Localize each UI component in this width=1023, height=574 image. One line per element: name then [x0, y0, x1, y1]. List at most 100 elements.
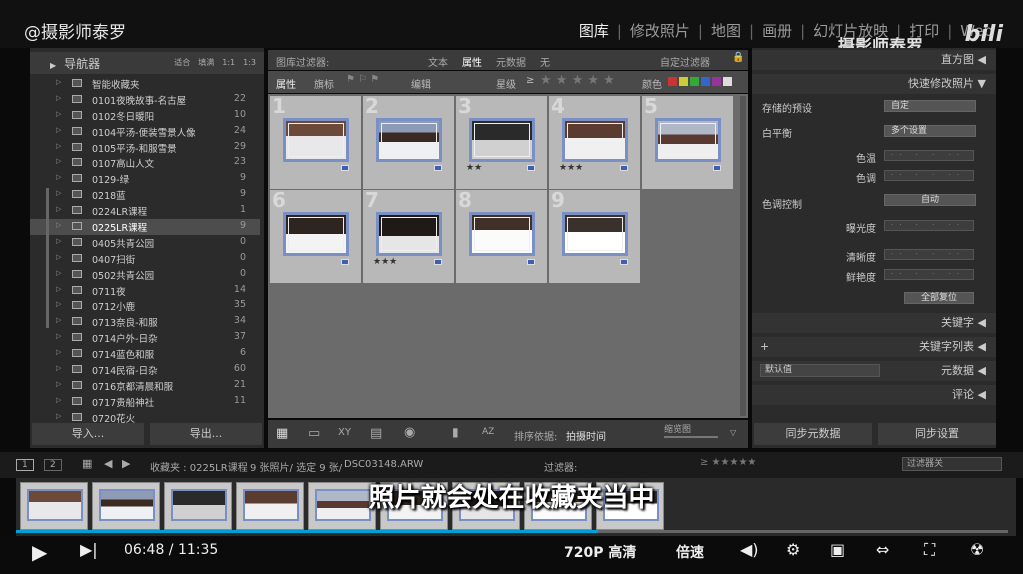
temp-stepper[interactable]: ·· · · ··	[884, 150, 974, 161]
filter-tab-2[interactable]: 元数据	[496, 58, 526, 69]
green-swatch[interactable]	[690, 77, 699, 86]
collection-row[interactable]: ▷ 0107高山人文 23	[30, 155, 260, 171]
navigator-zoom-1[interactable]: 填满	[198, 58, 214, 67]
navigator-zoom-0[interactable]: 适合	[174, 58, 190, 67]
photo-thumbnail[interactable]	[468, 212, 535, 256]
collection-row[interactable]: ▷ 0714民宿-日杂 60	[30, 362, 260, 378]
module-tab-3[interactable]: 画册	[762, 22, 792, 40]
exposure-stepper[interactable]: ·· · · ··	[884, 220, 974, 231]
loupe-view-icon[interactable]: ▭	[308, 426, 320, 441]
expand-triangle-icon[interactable]: ▷	[56, 316, 61, 324]
flag-icons[interactable]: ⚑ ⚐ ⚑	[346, 74, 379, 85]
collection-row[interactable]: ▷ 0711夜 14	[30, 283, 260, 299]
collection-row[interactable]: ▷ 0225LR课程 9	[30, 219, 260, 235]
sync-metadata-button[interactable]: 同步元数据	[754, 423, 872, 445]
collection-row[interactable]: ▷ 智能收藏夹	[30, 76, 260, 92]
auto-tone-button[interactable]: 自动	[884, 194, 976, 206]
expand-triangle-icon[interactable]: ▷	[56, 269, 61, 277]
expand-triangle-icon[interactable]: ▷	[56, 142, 61, 150]
grid-view-icon[interactable]: ▦	[276, 426, 288, 441]
collection-row[interactable]: ▷ 0224LR课程 1	[30, 203, 260, 219]
collection-row[interactable]: ▷ 0712小鹿 35	[30, 298, 260, 314]
chevron-down-icon[interactable]: ▽	[730, 428, 736, 437]
comments-header[interactable]: 评论 ◀	[752, 385, 996, 405]
video-progress-bar[interactable]	[16, 530, 1008, 533]
navigator-zoom-3[interactable]: 1:3	[243, 58, 256, 67]
photo-thumbnail[interactable]	[561, 212, 628, 256]
page-2-button[interactable]: 2	[44, 459, 62, 471]
blue-swatch[interactable]	[701, 77, 710, 86]
collection-row[interactable]: ▷ 0105平汤-和服雪景 29	[30, 140, 260, 156]
sort-direction-icon[interactable]: AZ	[482, 427, 494, 437]
expand-triangle-icon[interactable]: ▷	[56, 189, 61, 197]
grid-icon[interactable]: ▦	[82, 457, 92, 470]
expand-triangle-icon[interactable]: ▷	[56, 205, 61, 213]
rating-stars[interactable]: ★★★	[559, 163, 583, 173]
navigator-zoom-options[interactable]: 适合 填满 1:1 1:3	[166, 57, 256, 68]
navigator-header[interactable]: ▶ 导航器 适合 填满 1:1 1:3	[30, 52, 264, 74]
back-arrow-icon[interactable]: ◀	[104, 457, 112, 470]
expand-triangle-icon[interactable]: ▷	[56, 78, 61, 86]
filter-tab-1[interactable]: 属性	[462, 58, 482, 69]
expand-triangle-icon[interactable]: ▷	[56, 94, 61, 102]
expand-triangle-icon[interactable]: ▷	[56, 237, 61, 245]
filter-tab-0[interactable]: 文本	[428, 58, 448, 69]
expand-triangle-icon[interactable]: ▷	[56, 300, 61, 308]
people-view-icon[interactable]: ◉	[404, 425, 415, 440]
collection-row[interactable]: ▷ 0129-绿 9	[30, 171, 260, 187]
histogram-header[interactable]: 直方图 ◀	[752, 50, 996, 70]
collection-row[interactable]: ▷ 0102冬日暖阳 10	[30, 108, 260, 124]
rating-stars-icon[interactable]: ★ ★ ★ ★ ★	[540, 73, 615, 88]
lock-icon[interactable]: 🔒	[732, 52, 744, 63]
grid-cell[interactable]: 6	[270, 188, 361, 283]
collection-row[interactable]: ▷ 0714蓝色和服 6	[30, 346, 260, 362]
expand-triangle-icon[interactable]: ▷	[56, 173, 61, 181]
module-tab-0[interactable]: 图库	[579, 22, 609, 40]
grid-scrollbar[interactable]	[740, 96, 746, 416]
reset-all-button[interactable]: 全部复位	[904, 292, 974, 304]
grid-cell[interactable]: 1	[270, 94, 361, 189]
metadata-preset[interactable]: 默认值	[760, 364, 880, 377]
collection-row[interactable]: ▷ 0717贵船神社 11	[30, 394, 260, 410]
collection-row[interactable]: ▷ 0714户外-日杂 37	[30, 330, 260, 346]
vibrance-stepper[interactable]: ·· · · ··	[884, 269, 974, 280]
page-1-button[interactable]: 1	[16, 459, 34, 471]
rating-op[interactable]: ≥	[526, 75, 534, 86]
module-tab-1[interactable]: 修改照片	[630, 22, 690, 40]
thumbnail-size-slider[interactable]	[664, 436, 718, 438]
expand-triangle-icon[interactable]: ▷	[56, 364, 61, 372]
white-balance-select[interactable]: 多个设置	[884, 125, 976, 137]
grid-cell[interactable]: 2	[363, 94, 454, 189]
picture-in-picture-icon[interactable]: ▣	[830, 540, 845, 559]
expand-triangle-icon[interactable]: ▷	[56, 110, 61, 118]
compare-view-icon[interactable]: XY	[338, 427, 351, 438]
collection-row[interactable]: ▷ 0502共青公园 0	[30, 267, 260, 283]
saved-preset-select[interactable]: 自定	[884, 100, 976, 112]
grid-cell[interactable]: 8	[456, 188, 547, 283]
left-scrollbar[interactable]	[46, 188, 49, 328]
quick-develop-header[interactable]: 快速修改照片 ▼	[752, 74, 996, 94]
photo-thumbnail[interactable]	[561, 118, 628, 162]
collection-row[interactable]: ▷ 0713奈良-和服 34	[30, 314, 260, 330]
collection-row[interactable]: ▷ 0101夜晚故事-名古屋 22	[30, 92, 260, 108]
photo-thumbnail[interactable]	[468, 118, 535, 162]
import-button[interactable]: 导入...	[32, 423, 144, 445]
play-icon[interactable]: ▶	[32, 540, 47, 564]
sort-value[interactable]: 拍摄时间	[566, 428, 606, 443]
grid-cell[interactable]: 9	[549, 188, 640, 283]
clarity-stepper[interactable]: ·· · · ··	[884, 249, 974, 260]
gear-icon[interactable]: ⚙	[786, 540, 800, 559]
filter-tab-3[interactable]: 无	[540, 58, 550, 69]
rating-stars[interactable]: ★★★	[373, 257, 397, 267]
forward-arrow-icon[interactable]: ▶	[122, 457, 130, 470]
export-button[interactable]: 导出...	[150, 423, 262, 445]
metadata-header[interactable]: 默认值 元数据 ◀	[752, 361, 996, 381]
collection-row[interactable]: ▷ 0716京都清晨和服 21	[30, 378, 260, 394]
photo-thumbnail[interactable]	[375, 118, 442, 162]
speed-button[interactable]: 倍速	[676, 542, 704, 562]
filmstrip-filter-select[interactable]: 过滤器关	[902, 457, 1002, 471]
filmstrip-rating-stars-icon[interactable]: ≥ ★★★★★	[700, 457, 756, 468]
rating-stars[interactable]: ★★	[466, 163, 482, 173]
expand-triangle-icon[interactable]: ▷	[56, 253, 61, 261]
grid-cell[interactable]: 4 ★★★	[549, 94, 640, 189]
